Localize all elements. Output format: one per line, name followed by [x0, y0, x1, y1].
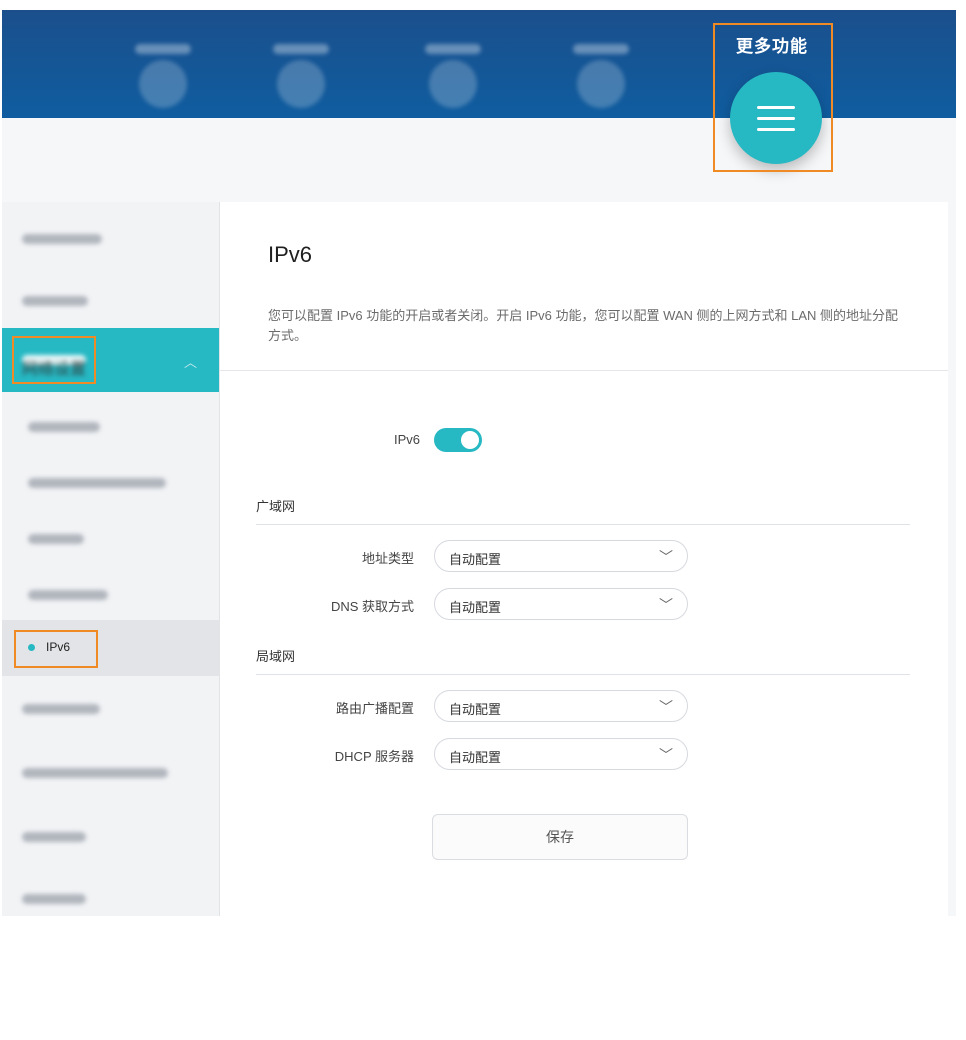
- sidebar-item-label-blurred: [22, 296, 88, 306]
- sidebar-item[interactable]: [2, 682, 219, 738]
- sidebar-subitem[interactable]: [2, 568, 219, 624]
- chevron-down-icon: ﹀: [659, 597, 673, 613]
- nav-item-3[interactable]: [418, 44, 488, 108]
- sidebar-item[interactable]: [2, 810, 219, 866]
- nav-label-blurred: [573, 44, 629, 54]
- dns-method-label: DNS 获取方式: [330, 599, 414, 614]
- sidebar-item-label-blurred: [22, 832, 86, 842]
- sidebar-item-label-blurred: [22, 894, 86, 904]
- sidebar: 网络设置 ︿ IPv6: [2, 202, 220, 916]
- nav-label-blurred: [425, 44, 481, 54]
- sidebar-item-label-blurred: [22, 704, 100, 714]
- dns-method-select[interactable]: 自动配置 ﹀: [434, 588, 688, 620]
- address-type-value: 自动配置: [449, 552, 502, 567]
- sidebar-subitem-label-blurred: [28, 534, 84, 544]
- router-admin-window: 更多功能 网络设置 ︿ IPv6 IPv6 您可以配置 IPv6 功能的开启或者…: [2, 10, 956, 916]
- ra-config-select[interactable]: 自动配置 ﹀: [434, 690, 688, 722]
- nav-icon-3: [429, 60, 477, 108]
- wan-section-title: 广域网: [256, 499, 296, 514]
- more-functions-highlight: [713, 23, 833, 172]
- sidebar-subitem-label-blurred: [28, 590, 108, 600]
- nav-icon-2: [277, 60, 325, 108]
- ra-config-value: 自动配置: [449, 702, 502, 717]
- dhcp-server-value: 自动配置: [449, 750, 502, 765]
- nav-icon-4: [577, 60, 625, 108]
- dhcp-server-label: DHCP 服务器: [334, 749, 414, 764]
- sidebar-subitem-label-blurred: [28, 478, 166, 488]
- sidebar-item[interactable]: [2, 872, 219, 916]
- sidebar-item-label-blurred: [22, 768, 168, 778]
- nav-label-blurred: [135, 44, 191, 54]
- page-description: 您可以配置 IPv6 功能的开启或者关闭。开启 IPv6 功能，您可以配置 WA…: [268, 308, 899, 343]
- divider: [256, 524, 910, 525]
- panel-header: IPv6 您可以配置 IPv6 功能的开启或者关闭。开启 IPv6 功能，您可以…: [220, 202, 948, 371]
- ipv6-toggle[interactable]: [434, 428, 482, 452]
- ipv6-item-highlight: [14, 630, 98, 668]
- lan-section-title: 局域网: [256, 649, 296, 664]
- nav-item-4[interactable]: [566, 44, 636, 108]
- nav-item-1[interactable]: [128, 44, 198, 108]
- ipv6-toggle-label: IPv6: [393, 432, 420, 447]
- dhcp-server-select[interactable]: 自动配置 ﹀: [434, 738, 688, 770]
- sidebar-subitem[interactable]: [2, 512, 219, 568]
- sidebar-subitem[interactable]: [2, 400, 219, 456]
- toggle-knob: [461, 431, 479, 449]
- address-type-label: 地址类型: [361, 551, 414, 566]
- dns-method-value: 自动配置: [449, 600, 502, 615]
- nav-item-2[interactable]: [266, 44, 336, 108]
- ipv6-settings-panel: IPv6 您可以配置 IPv6 功能的开启或者关闭。开启 IPv6 功能，您可以…: [220, 202, 948, 916]
- page-title: IPv6: [268, 242, 313, 267]
- save-button[interactable]: 保存: [432, 814, 688, 860]
- address-type-select[interactable]: 自动配置 ﹀: [434, 540, 688, 572]
- nav-label-blurred: [273, 44, 329, 54]
- sidebar-subitem[interactable]: [2, 456, 219, 512]
- divider: [256, 674, 910, 675]
- chevron-down-icon: ﹀: [659, 549, 673, 565]
- chevron-up-icon: ︿: [183, 355, 197, 370]
- network-settings-highlight: [12, 336, 96, 384]
- nav-icon-1: [139, 60, 187, 108]
- sidebar-item[interactable]: [2, 274, 219, 330]
- sidebar-subitem-label-blurred: [28, 422, 100, 432]
- chevron-down-icon: ﹀: [659, 699, 673, 715]
- sidebar-item[interactable]: [2, 212, 219, 268]
- chevron-down-icon: ﹀: [659, 747, 673, 763]
- sidebar-item-label-blurred: [22, 234, 102, 244]
- ra-config-label: 路由广播配置: [335, 701, 414, 716]
- sidebar-item[interactable]: [2, 746, 219, 802]
